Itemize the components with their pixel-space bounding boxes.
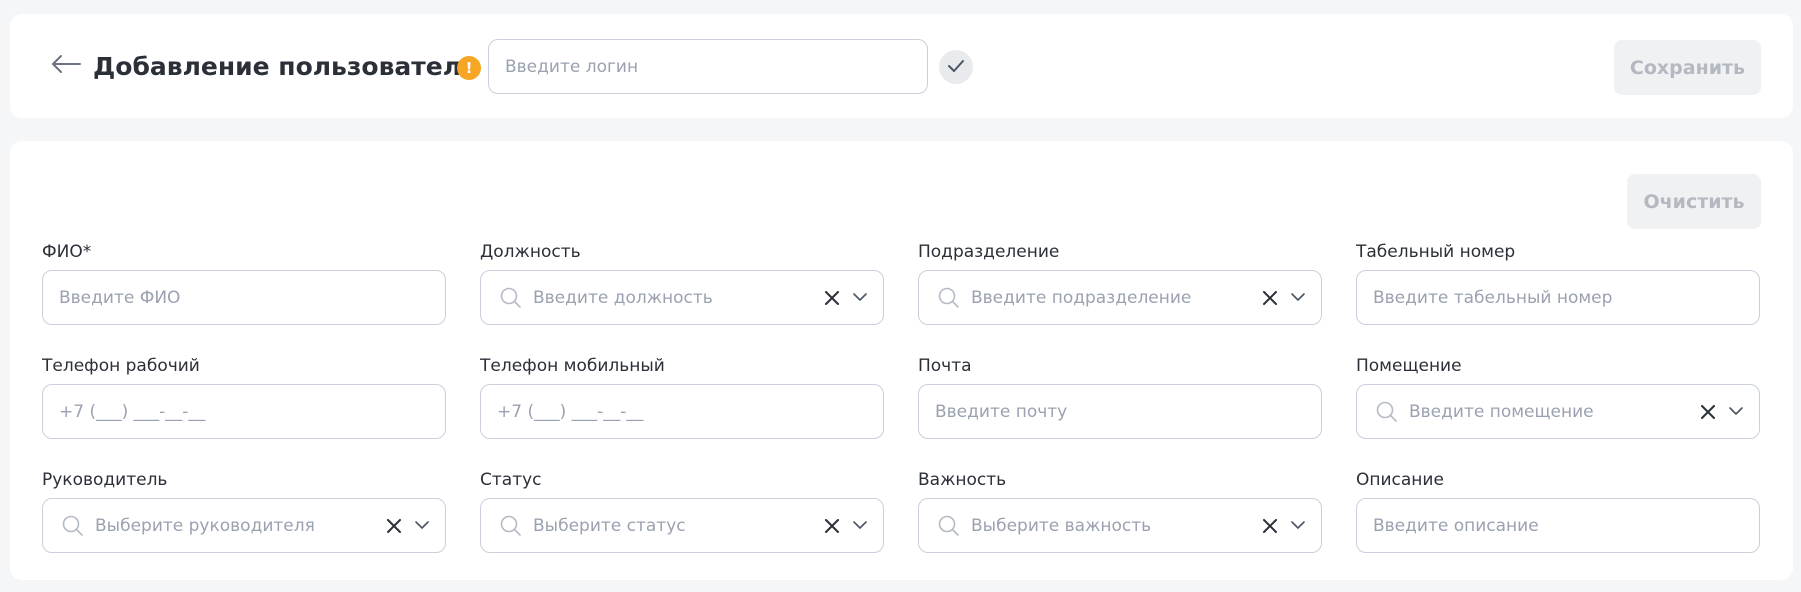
chevron-down-icon[interactable] xyxy=(849,287,871,309)
field-label: Подразделение xyxy=(918,242,1060,262)
field-label: Важность xyxy=(918,470,1007,490)
chevron-down-icon[interactable] xyxy=(1287,515,1309,537)
chevron-down-icon[interactable] xyxy=(849,515,871,537)
mobile-phone-input[interactable] xyxy=(481,385,883,438)
mobile-phone-field[interactable] xyxy=(480,384,884,439)
chevron-down-icon[interactable] xyxy=(1725,401,1747,423)
field-label: Помещение xyxy=(1356,356,1462,376)
chevron-down-icon[interactable] xyxy=(1287,287,1309,309)
room-select[interactable] xyxy=(1356,384,1760,439)
close-icon[interactable] xyxy=(383,515,405,537)
room-input[interactable] xyxy=(1399,385,1697,438)
position-select[interactable] xyxy=(480,270,884,325)
form-card: Очистить ФИО* Должность xyxy=(10,141,1793,580)
field-label: Должность xyxy=(480,242,581,262)
field-work-phone: Телефон рабочий xyxy=(42,354,446,468)
field-fio: ФИО* xyxy=(42,240,446,354)
field-label: Табельный номер xyxy=(1356,242,1516,262)
field-mobile-phone: Телефон мобильный xyxy=(480,354,884,468)
field-description: Описание xyxy=(1356,468,1760,582)
form-grid: ФИО* Должность Подразделение xyxy=(42,240,1760,582)
field-status: Статус xyxy=(480,468,884,582)
description-field[interactable] xyxy=(1356,498,1760,553)
search-icon xyxy=(937,286,961,310)
check-icon xyxy=(947,58,965,77)
field-label: Телефон рабочий xyxy=(42,356,200,376)
field-room: Помещение xyxy=(1356,354,1760,468)
manager-select[interactable] xyxy=(42,498,446,553)
field-label: Руководитель xyxy=(42,470,168,490)
importance-input[interactable] xyxy=(961,499,1259,552)
save-button[interactable]: Сохранить xyxy=(1614,40,1761,95)
status-select[interactable] xyxy=(480,498,884,553)
position-input[interactable] xyxy=(523,271,821,324)
email-input[interactable] xyxy=(919,385,1321,438)
close-icon[interactable] xyxy=(821,287,843,309)
back-button[interactable] xyxy=(46,48,86,84)
field-department: Подразделение xyxy=(918,240,1322,354)
header-card: Добавление пользователя ! Сохранить xyxy=(10,14,1793,118)
personnel-number-field[interactable] xyxy=(1356,270,1760,325)
field-email: Почта xyxy=(918,354,1322,468)
warning-icon: ! xyxy=(457,56,481,80)
field-manager: Руководитель xyxy=(42,468,446,582)
field-label: Почта xyxy=(918,356,972,376)
department-input[interactable] xyxy=(961,271,1259,324)
search-icon xyxy=(499,286,523,310)
confirm-login-button[interactable] xyxy=(939,50,973,84)
department-select[interactable] xyxy=(918,270,1322,325)
description-input[interactable] xyxy=(1357,499,1759,552)
close-icon[interactable] xyxy=(821,515,843,537)
chevron-down-icon[interactable] xyxy=(411,515,433,537)
close-icon[interactable] xyxy=(1259,287,1281,309)
status-input[interactable] xyxy=(523,499,821,552)
page-title: Добавление пользователя xyxy=(93,52,478,81)
manager-input[interactable] xyxy=(85,499,383,552)
arrow-left-icon xyxy=(50,54,82,78)
field-label: Статус xyxy=(480,470,542,490)
search-icon xyxy=(1375,400,1399,424)
work-phone-input[interactable] xyxy=(43,385,445,438)
field-label: ФИО* xyxy=(42,242,92,262)
clear-form-button[interactable]: Очистить xyxy=(1627,174,1761,229)
email-field[interactable] xyxy=(918,384,1322,439)
fio-input[interactable] xyxy=(43,271,445,324)
importance-select[interactable] xyxy=(918,498,1322,553)
close-icon[interactable] xyxy=(1259,515,1281,537)
search-icon xyxy=(499,514,523,538)
search-icon xyxy=(61,514,85,538)
field-importance: Важность xyxy=(918,468,1322,582)
login-input[interactable] xyxy=(488,39,928,94)
search-icon xyxy=(937,514,961,538)
close-icon[interactable] xyxy=(1697,401,1719,423)
fio-field[interactable] xyxy=(42,270,446,325)
work-phone-field[interactable] xyxy=(42,384,446,439)
field-label: Описание xyxy=(1356,470,1444,490)
field-label: Телефон мобильный xyxy=(480,356,665,376)
personnel-number-input[interactable] xyxy=(1357,271,1759,324)
field-position: Должность xyxy=(480,240,884,354)
field-personnel-number: Табельный номер xyxy=(1356,240,1760,354)
